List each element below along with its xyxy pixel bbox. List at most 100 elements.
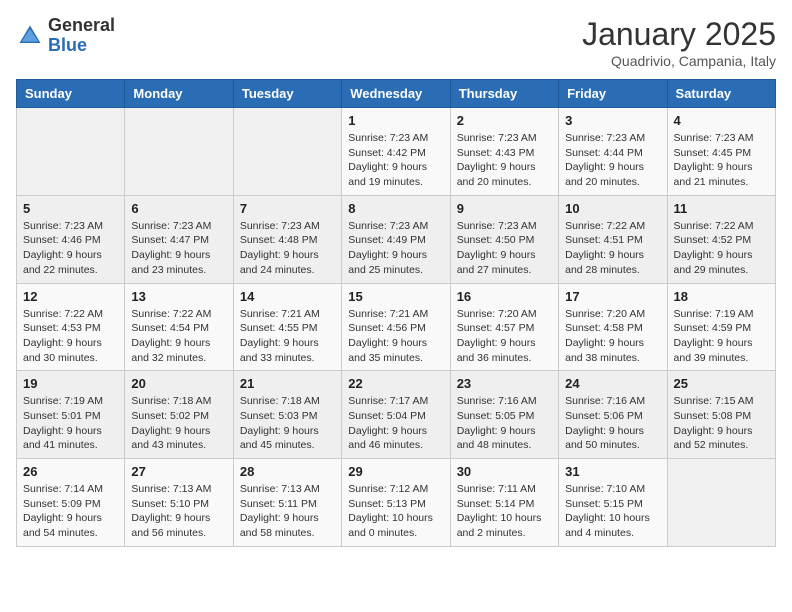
day-number: 1 bbox=[348, 113, 443, 128]
day-info: Sunrise: 7:23 AM Sunset: 4:45 PM Dayligh… bbox=[674, 131, 769, 190]
day-number: 16 bbox=[457, 289, 552, 304]
logo-text: General Blue bbox=[48, 16, 115, 56]
logo-icon bbox=[16, 22, 44, 50]
calendar-cell: 13 Sunrise: 7:22 AM Sunset: 4:54 PM Dayli… bbox=[125, 283, 233, 371]
calendar-cell: 7 Sunrise: 7:23 AM Sunset: 4:48 PM Daylig… bbox=[233, 195, 341, 283]
day-number: 17 bbox=[565, 289, 660, 304]
day-info: Sunrise: 7:23 AM Sunset: 4:42 PM Dayligh… bbox=[348, 131, 443, 190]
logo: General Blue bbox=[16, 16, 115, 56]
calendar-cell: 27 Sunrise: 7:13 AM Sunset: 5:10 PM Dayli… bbox=[125, 459, 233, 547]
calendar-cell: 16 Sunrise: 7:20 AM Sunset: 4:57 PM Dayli… bbox=[450, 283, 558, 371]
calendar-cell: 23 Sunrise: 7:16 AM Sunset: 5:05 PM Dayli… bbox=[450, 371, 558, 459]
calendar-cell: 2 Sunrise: 7:23 AM Sunset: 4:43 PM Daylig… bbox=[450, 108, 558, 196]
day-info: Sunrise: 7:21 AM Sunset: 4:55 PM Dayligh… bbox=[240, 307, 335, 366]
calendar-cell: 4 Sunrise: 7:23 AM Sunset: 4:45 PM Daylig… bbox=[667, 108, 775, 196]
calendar-cell: 9 Sunrise: 7:23 AM Sunset: 4:50 PM Daylig… bbox=[450, 195, 558, 283]
day-info: Sunrise: 7:16 AM Sunset: 5:05 PM Dayligh… bbox=[457, 394, 552, 453]
day-number: 27 bbox=[131, 464, 226, 479]
day-info: Sunrise: 7:15 AM Sunset: 5:08 PM Dayligh… bbox=[674, 394, 769, 453]
day-number: 7 bbox=[240, 201, 335, 216]
weekday-header: Monday bbox=[125, 80, 233, 108]
calendar-cell: 19Sunrise: 7:19 AM Sunset: 5:01 PM Dayli… bbox=[17, 371, 125, 459]
day-info: Sunrise: 7:23 AM Sunset: 4:46 PM Dayligh… bbox=[23, 219, 118, 278]
day-info: Sunrise: 7:22 AM Sunset: 4:54 PM Dayligh… bbox=[131, 307, 226, 366]
calendar-cell: 1 Sunrise: 7:23 AM Sunset: 4:42 PM Daylig… bbox=[342, 108, 450, 196]
day-number: 14 bbox=[240, 289, 335, 304]
day-number: 10 bbox=[565, 201, 660, 216]
day-info: Sunrise: 7:23 AM Sunset: 4:43 PM Dayligh… bbox=[457, 131, 552, 190]
day-info: Sunrise: 7:23 AM Sunset: 4:48 PM Dayligh… bbox=[240, 219, 335, 278]
day-info: Sunrise: 7:23 AM Sunset: 4:44 PM Dayligh… bbox=[565, 131, 660, 190]
day-number: 9 bbox=[457, 201, 552, 216]
day-number: 20 bbox=[131, 376, 226, 391]
location-subtitle: Quadrivio, Campania, Italy bbox=[582, 53, 776, 69]
day-info: Sunrise: 7:11 AM Sunset: 5:14 PM Dayligh… bbox=[457, 482, 552, 541]
calendar-cell: 31 Sunrise: 7:10 AM Sunset: 5:15 PM Dayli… bbox=[559, 459, 667, 547]
day-info: Sunrise: 7:12 AM Sunset: 5:13 PM Dayligh… bbox=[348, 482, 443, 541]
day-number: 31 bbox=[565, 464, 660, 479]
calendar-cell: 22Sunrise: 7:17 AM Sunset: 5:04 PM Dayli… bbox=[342, 371, 450, 459]
calendar-cell: 3 Sunrise: 7:23 AM Sunset: 4:44 PM Daylig… bbox=[559, 108, 667, 196]
day-info: Sunrise: 7:19 AM Sunset: 5:01 PM Dayligh… bbox=[23, 394, 118, 453]
calendar-cell: 20 Sunrise: 7:18 AM Sunset: 5:02 PM Dayli… bbox=[125, 371, 233, 459]
day-number: 18 bbox=[674, 289, 769, 304]
day-info: Sunrise: 7:13 AM Sunset: 5:10 PM Dayligh… bbox=[131, 482, 226, 541]
calendar-cell: 15 Sunrise: 7:21 AM Sunset: 4:56 PM Dayli… bbox=[342, 283, 450, 371]
calendar-cell: 21 Sunrise: 7:18 AM Sunset: 5:03 PM Dayli… bbox=[233, 371, 341, 459]
calendar-cell bbox=[125, 108, 233, 196]
day-number: 6 bbox=[131, 201, 226, 216]
weekday-header: Friday bbox=[559, 80, 667, 108]
day-number: 15 bbox=[348, 289, 443, 304]
calendar-cell: 29 Sunrise: 7:12 AM Sunset: 5:13 PM Dayli… bbox=[342, 459, 450, 547]
weekday-header: Saturday bbox=[667, 80, 775, 108]
weekday-header: Sunday bbox=[17, 80, 125, 108]
day-number: 29 bbox=[348, 464, 443, 479]
day-number: 2 bbox=[457, 113, 552, 128]
page-header: General Blue January 2025 Quadrivio, Cam… bbox=[16, 16, 776, 69]
calendar-week-row: 19Sunrise: 7:19 AM Sunset: 5:01 PM Dayli… bbox=[17, 371, 776, 459]
calendar-week-row: 1 Sunrise: 7:23 AM Sunset: 4:42 PM Daylig… bbox=[17, 108, 776, 196]
calendar-week-row: 12Sunrise: 7:22 AM Sunset: 4:53 PM Dayli… bbox=[17, 283, 776, 371]
day-number: 21 bbox=[240, 376, 335, 391]
day-number: 8 bbox=[348, 201, 443, 216]
title-section: January 2025 Quadrivio, Campania, Italy bbox=[582, 16, 776, 69]
calendar-cell: 24Sunrise: 7:16 AM Sunset: 5:06 PM Dayli… bbox=[559, 371, 667, 459]
day-info: Sunrise: 7:22 AM Sunset: 4:52 PM Dayligh… bbox=[674, 219, 769, 278]
day-number: 24 bbox=[565, 376, 660, 391]
day-info: Sunrise: 7:13 AM Sunset: 5:11 PM Dayligh… bbox=[240, 482, 335, 541]
calendar-cell: 18 Sunrise: 7:19 AM Sunset: 4:59 PM Dayli… bbox=[667, 283, 775, 371]
day-info: Sunrise: 7:21 AM Sunset: 4:56 PM Dayligh… bbox=[348, 307, 443, 366]
calendar-cell: 10Sunrise: 7:22 AM Sunset: 4:51 PM Dayli… bbox=[559, 195, 667, 283]
calendar-cell: 12Sunrise: 7:22 AM Sunset: 4:53 PM Dayli… bbox=[17, 283, 125, 371]
day-number: 13 bbox=[131, 289, 226, 304]
day-info: Sunrise: 7:20 AM Sunset: 4:57 PM Dayligh… bbox=[457, 307, 552, 366]
calendar-cell: 28 Sunrise: 7:13 AM Sunset: 5:11 PM Dayli… bbox=[233, 459, 341, 547]
day-number: 30 bbox=[457, 464, 552, 479]
day-info: Sunrise: 7:10 AM Sunset: 5:15 PM Dayligh… bbox=[565, 482, 660, 541]
weekday-header: Thursday bbox=[450, 80, 558, 108]
day-number: 3 bbox=[565, 113, 660, 128]
calendar-week-row: 5Sunrise: 7:23 AM Sunset: 4:46 PM Daylig… bbox=[17, 195, 776, 283]
day-info: Sunrise: 7:14 AM Sunset: 5:09 PM Dayligh… bbox=[23, 482, 118, 541]
weekday-header-row: SundayMondayTuesdayWednesdayThursdayFrid… bbox=[17, 80, 776, 108]
day-info: Sunrise: 7:18 AM Sunset: 5:03 PM Dayligh… bbox=[240, 394, 335, 453]
month-title: January 2025 bbox=[582, 16, 776, 53]
day-number: 28 bbox=[240, 464, 335, 479]
day-info: Sunrise: 7:23 AM Sunset: 4:50 PM Dayligh… bbox=[457, 219, 552, 278]
day-info: Sunrise: 7:18 AM Sunset: 5:02 PM Dayligh… bbox=[131, 394, 226, 453]
day-info: Sunrise: 7:20 AM Sunset: 4:58 PM Dayligh… bbox=[565, 307, 660, 366]
day-info: Sunrise: 7:19 AM Sunset: 4:59 PM Dayligh… bbox=[674, 307, 769, 366]
day-number: 4 bbox=[674, 113, 769, 128]
day-info: Sunrise: 7:22 AM Sunset: 4:53 PM Dayligh… bbox=[23, 307, 118, 366]
day-number: 22 bbox=[348, 376, 443, 391]
day-number: 23 bbox=[457, 376, 552, 391]
calendar-cell: 26 Sunrise: 7:14 AM Sunset: 5:09 PM Dayli… bbox=[17, 459, 125, 547]
calendar-cell: 6Sunrise: 7:23 AM Sunset: 4:47 PM Daylig… bbox=[125, 195, 233, 283]
calendar-cell bbox=[667, 459, 775, 547]
calendar-cell: 25Sunrise: 7:15 AM Sunset: 5:08 PM Dayli… bbox=[667, 371, 775, 459]
day-number: 26 bbox=[23, 464, 118, 479]
day-number: 11 bbox=[674, 201, 769, 216]
calendar-cell: 11 Sunrise: 7:22 AM Sunset: 4:52 PM Dayli… bbox=[667, 195, 775, 283]
calendar-cell bbox=[17, 108, 125, 196]
calendar-cell: 14 Sunrise: 7:21 AM Sunset: 4:55 PM Dayli… bbox=[233, 283, 341, 371]
